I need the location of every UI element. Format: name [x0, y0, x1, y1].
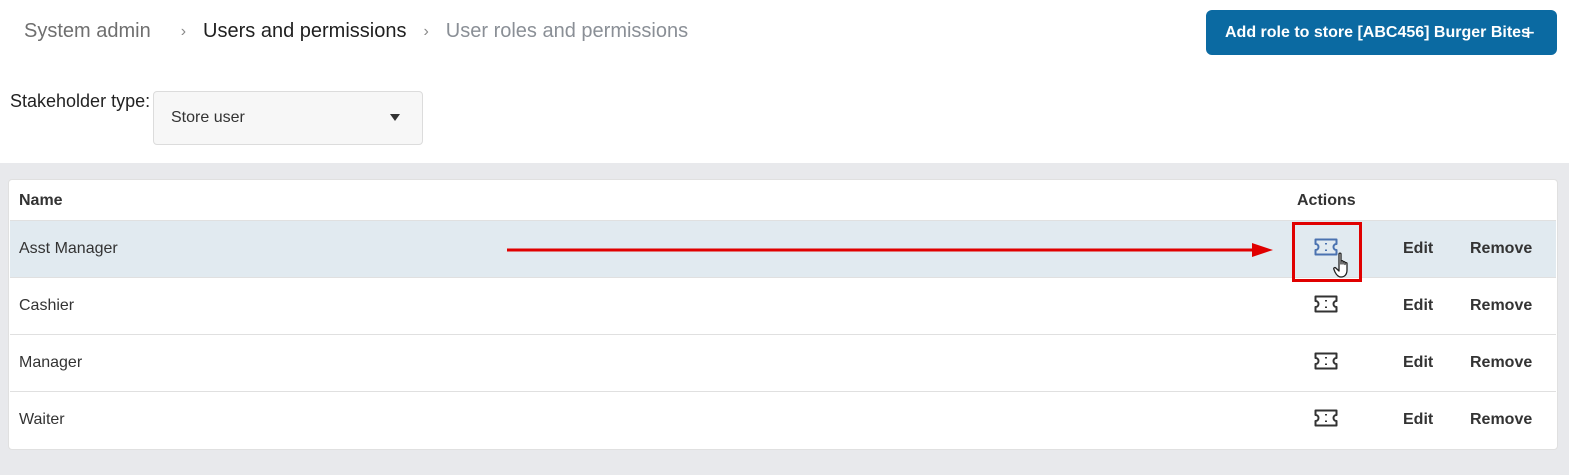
breadcrumb-users-and-permissions[interactable]: Users and permissions: [203, 20, 406, 43]
add-role-button[interactable]: Add role to store [ABC456] Burger Bites …: [1206, 10, 1557, 55]
stakeholder-type-label: Stakeholder type:: [10, 91, 151, 111]
edit-button[interactable]: Edit: [1403, 354, 1433, 372]
edit-button[interactable]: Edit: [1403, 240, 1433, 258]
ticket-icon[interactable]: [1314, 352, 1338, 370]
edit-button[interactable]: Edit: [1403, 297, 1433, 315]
plus-icon: +: [1522, 20, 1535, 45]
caret-down-icon: [390, 114, 400, 121]
remove-button[interactable]: Remove: [1470, 354, 1532, 372]
role-name: Asst Manager: [19, 240, 118, 257]
breadcrumb-system-admin[interactable]: System admin: [24, 20, 151, 43]
ticket-icon[interactable]: [1314, 295, 1338, 313]
page-header: System admin › Users and permissions › U…: [0, 0, 1569, 66]
remove-button[interactable]: Remove: [1470, 240, 1532, 258]
breadcrumb-user-roles: User roles and permissions: [445, 20, 689, 42]
stakeholder-filter: Stakeholder type:: [10, 91, 156, 112]
ticket-icon[interactable]: [1314, 409, 1338, 427]
remove-button[interactable]: Remove: [1470, 297, 1532, 315]
column-header-name[interactable]: Name: [19, 192, 63, 210]
remove-button[interactable]: Remove: [1470, 411, 1532, 429]
role-name: Manager: [19, 354, 83, 371]
stakeholder-type-select[interactable]: Store user: [153, 91, 423, 145]
chevron-right-icon: ›: [180, 22, 187, 40]
breadcrumb: System admin › Users and permissions › U…: [24, 20, 688, 43]
table-row[interactable]: Cashier Edit Remove: [10, 277, 1556, 334]
add-role-button-label: Add role to store [ABC456] Burger Bites: [1225, 23, 1530, 41]
hand-cursor-icon: [1333, 252, 1348, 278]
role-name: Waiter: [19, 411, 65, 428]
annotation-arrow-icon: [507, 243, 1273, 257]
column-header-actions: Actions: [1297, 192, 1356, 209]
role-name: Cashier: [19, 297, 75, 314]
chevron-right-icon: ›: [423, 22, 429, 40]
edit-button[interactable]: Edit: [1403, 411, 1433, 429]
table-row[interactable]: Manager Edit Remove: [10, 334, 1556, 391]
stakeholder-type-value: Store user: [171, 109, 245, 126]
table-row[interactable]: Waiter Edit Remove: [10, 391, 1556, 449]
